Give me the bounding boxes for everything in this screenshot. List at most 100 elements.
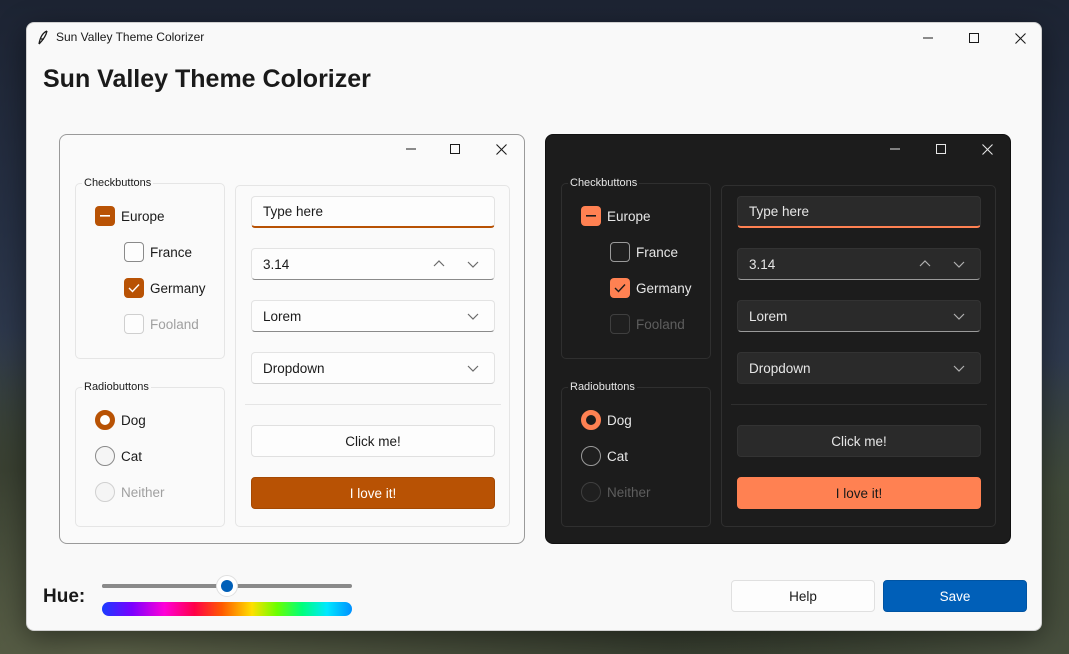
spinbox[interactable]: 3.14 [737, 248, 981, 280]
entry-field[interactable]: Type here [737, 196, 981, 228]
minimize-button[interactable] [905, 23, 951, 53]
checkbox-germany[interactable]: Germany [610, 278, 692, 298]
spinbox[interactable]: 3.14 [251, 248, 495, 280]
accent-button[interactable]: I love it! [251, 477, 495, 509]
maximize-icon [450, 144, 460, 154]
checkbox-label: Germany [150, 280, 206, 296]
checkbox-europe[interactable]: Europe [581, 206, 651, 226]
indeterminate-icon [581, 206, 601, 226]
radio-unselected-icon [581, 446, 601, 466]
close-icon [1014, 32, 1026, 44]
preview-close-button[interactable] [964, 135, 1010, 163]
dropdown-menubutton[interactable]: Dropdown [251, 352, 495, 384]
chevron-down-icon [953, 313, 965, 320]
checkbox-label: Europe [607, 208, 651, 224]
checkbuttons-group: Checkbuttons Europe France Germany Foola… [75, 177, 225, 359]
checkbox-germany[interactable]: Germany [124, 278, 206, 298]
radio-unselected-icon [95, 446, 115, 466]
checkmark-icon [610, 278, 630, 298]
preview-minimize-button[interactable] [872, 135, 918, 163]
checkbox-france[interactable]: France [124, 242, 192, 262]
title-bar[interactable]: Sun Valley Theme Colorizer [27, 23, 1041, 53]
chevron-down-icon [467, 365, 479, 372]
radio-unselected-icon [581, 482, 601, 502]
indeterminate-icon [95, 206, 115, 226]
unchecked-box-icon [610, 314, 630, 334]
dropdown-value: Dropdown [749, 360, 811, 376]
checkbuttons-label: Checkbuttons [82, 177, 154, 189]
click-me-button[interactable]: Click me! [251, 425, 495, 457]
checkbox-france[interactable]: France [610, 242, 678, 262]
radiobuttons-label: Radiobuttons [568, 381, 637, 393]
radio-selected-icon [581, 410, 601, 430]
chevron-down-icon [953, 365, 965, 372]
chevron-down-icon[interactable] [952, 257, 966, 271]
save-button[interactable]: Save [883, 580, 1027, 612]
checkbox-label: Europe [121, 208, 165, 224]
checkbuttons-label: Checkbuttons [568, 177, 640, 189]
preview-minimize-button[interactable] [388, 135, 434, 163]
radio-dog[interactable]: Dog [95, 410, 146, 430]
radio-label: Neither [121, 484, 165, 500]
radio-neither: Neither [581, 482, 651, 502]
separator [731, 404, 987, 405]
hue-label: Hue: [43, 586, 86, 607]
dropdown-menubutton[interactable]: Dropdown [737, 352, 981, 384]
spinbox-value: 3.14 [263, 256, 290, 272]
chevron-down-icon[interactable] [466, 257, 480, 271]
radio-selected-icon [95, 410, 115, 430]
minimize-icon [923, 37, 933, 39]
hue-slider[interactable] [102, 575, 352, 597]
chevron-up-icon[interactable] [432, 257, 446, 271]
app-window: Sun Valley Theme Colorizer Sun Valley Th… [26, 22, 1042, 631]
combobox[interactable]: Lorem [251, 300, 495, 332]
radio-label: Dog [607, 412, 632, 428]
hue-spectrum-bar [102, 602, 352, 616]
combobox[interactable]: Lorem [737, 300, 981, 332]
checkbox-label: Fooland [636, 316, 685, 332]
combobox-value: Lorem [749, 308, 788, 324]
maximize-button[interactable] [951, 23, 997, 53]
radiobuttons-group: Radiobuttons Dog Cat Neither [561, 381, 711, 527]
chevron-down-icon [467, 313, 479, 320]
radio-label: Neither [607, 484, 651, 500]
close-icon [495, 143, 507, 155]
radiobuttons-label: Radiobuttons [82, 381, 151, 393]
radio-label: Cat [607, 448, 629, 464]
radio-unselected-icon [95, 482, 115, 502]
window-title: Sun Valley Theme Colorizer [56, 30, 205, 44]
radio-cat[interactable]: Cat [95, 446, 142, 466]
radio-cat[interactable]: Cat [581, 446, 628, 466]
radio-label: Cat [121, 448, 143, 464]
entry-field[interactable]: Type here [251, 196, 495, 228]
maximize-icon [936, 144, 946, 154]
page-heading: Sun Valley Theme Colorizer [43, 65, 371, 93]
checkbox-label: Germany [636, 280, 692, 296]
checkbox-europe[interactable]: Europe [95, 206, 165, 226]
minimize-icon [890, 148, 900, 150]
click-me-button[interactable]: Click me! [737, 425, 981, 457]
radio-neither: Neither [95, 482, 165, 502]
hue-slider-thumb[interactable] [216, 575, 238, 597]
preview-maximize-button[interactable] [918, 135, 964, 163]
unchecked-box-icon [610, 242, 630, 262]
radiobuttons-group: Radiobuttons Dog Cat Neither [75, 381, 225, 527]
checkbox-label: France [636, 244, 679, 260]
close-icon [981, 143, 993, 155]
radio-dog[interactable]: Dog [581, 410, 632, 430]
checkbox-fooland: Fooland [124, 314, 199, 334]
checkmark-icon [124, 278, 144, 298]
accent-button[interactable]: I love it! [737, 477, 981, 509]
close-button[interactable] [997, 23, 1041, 53]
preview-close-button[interactable] [478, 135, 524, 163]
checkbox-fooland: Fooland [610, 314, 685, 334]
preview-maximize-button[interactable] [432, 135, 478, 163]
chevron-up-icon[interactable] [918, 257, 932, 271]
widgets-group: Type here 3.14 Lorem Dropdown Click me! … [721, 185, 996, 527]
checkbox-label: Fooland [150, 316, 199, 332]
checkbox-label: France [150, 244, 193, 260]
help-button[interactable]: Help [731, 580, 875, 612]
hue-slider-fill [102, 584, 227, 588]
radio-label: Dog [121, 412, 146, 428]
combobox-value: Lorem [263, 308, 302, 324]
